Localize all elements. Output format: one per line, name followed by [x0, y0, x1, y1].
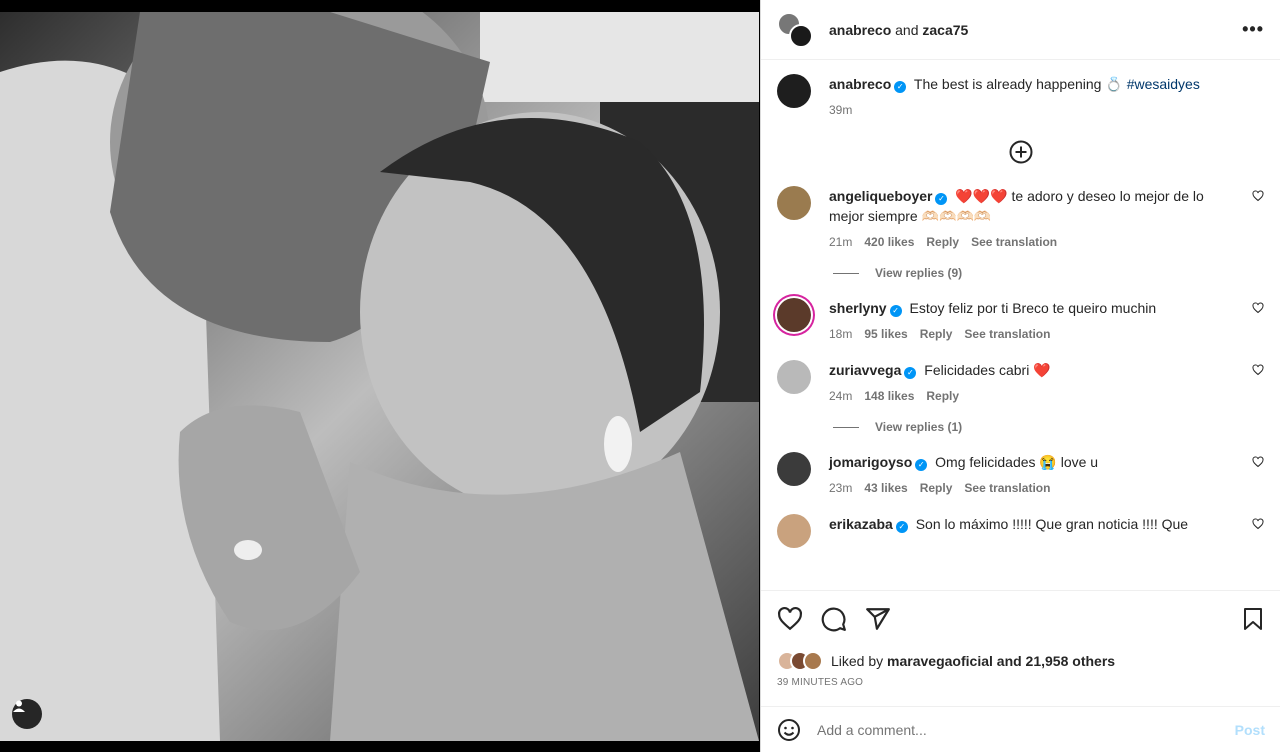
verified-badge-icon: ✓	[935, 193, 948, 205]
likes-count[interactable]: and 21,958 others	[997, 653, 1115, 669]
emoji-smiley-icon[interactable]	[777, 718, 801, 742]
likes-prefix: Liked by	[831, 653, 884, 669]
caption-time: 39m	[829, 103, 853, 117]
verified-badge-icon: ✓	[889, 305, 902, 317]
comment-time: 18m	[829, 327, 853, 341]
avatar[interactable]	[777, 298, 811, 332]
see-translation-button[interactable]: See translation	[971, 232, 1057, 252]
like-comment-heart-icon[interactable]	[1252, 456, 1264, 468]
comment-text: Felicidades cabri ❤️	[924, 362, 1051, 378]
share-paper-plane-icon[interactable]	[865, 606, 891, 632]
user-tag-button[interactable]	[12, 699, 42, 729]
avatar[interactable]	[777, 514, 811, 548]
comment-input[interactable]	[817, 721, 1235, 738]
like-comment-heart-icon[interactable]	[1252, 302, 1264, 314]
comment-likes[interactable]: 95 likes	[864, 324, 907, 344]
comment-item: zuriavvega ✓ Felicidades cabri ❤️ 24m 148…	[777, 360, 1264, 406]
caption-username[interactable]: anabreco	[829, 76, 891, 92]
user-tag-icon	[13, 700, 25, 712]
post-actions: Liked by maravegaoficial and 21,958 othe…	[761, 590, 1280, 688]
header-title: anabreco and zaca75	[829, 22, 968, 38]
comment-username[interactable]: erikazaba	[829, 516, 893, 532]
header-joiner: and	[895, 21, 919, 38]
comment-time: 24m	[829, 389, 853, 403]
verified-badge-icon: ✓	[894, 81, 907, 93]
load-more-comments-button[interactable]	[777, 140, 1264, 164]
verified-badge-icon: ✓	[895, 521, 908, 533]
comments-list[interactable]: anabreco ✓ The best is already happening …	[761, 60, 1280, 590]
comment-item: erikazaba ✓ Son lo máximo !!!!! Que gran …	[777, 514, 1264, 548]
like-comment-heart-icon[interactable]	[1252, 190, 1264, 202]
like-comment-heart-icon[interactable]	[1252, 364, 1264, 376]
view-replies-button[interactable]: View replies (1)	[833, 420, 1264, 434]
comment-likes[interactable]: 420 likes	[864, 232, 914, 252]
verified-badge-icon: ✓	[915, 459, 928, 471]
liker-username[interactable]: maravegaoficial	[887, 653, 993, 669]
comment-text: Omg felicidades 😭 love u	[935, 454, 1099, 470]
avatar[interactable]	[777, 74, 811, 108]
view-replies-label: View replies (1)	[875, 420, 963, 434]
comment-username[interactable]: sherlyny	[829, 300, 887, 316]
avatar[interactable]	[777, 186, 811, 220]
plus-circle-icon	[1009, 140, 1032, 164]
comment-likes[interactable]: 148 likes	[864, 386, 914, 406]
comment-bubble-icon[interactable]	[821, 606, 847, 632]
see-translation-button[interactable]: See translation	[964, 478, 1050, 498]
comment-item: jomarigoyso ✓ Omg felicidades 😭 love u 23…	[777, 452, 1264, 498]
divider	[833, 272, 859, 274]
reply-button[interactable]: Reply	[920, 478, 953, 498]
avatar	[789, 23, 813, 48]
comment-username[interactable]: angeliqueboyer	[829, 188, 932, 204]
post-photo[interactable]	[0, 12, 759, 741]
reply-button[interactable]: Reply	[926, 232, 959, 252]
like-comment-heart-icon[interactable]	[1252, 518, 1264, 530]
caption-hashtag[interactable]: #wesaidyes	[1127, 76, 1200, 92]
post-comment-button[interactable]: Post	[1235, 722, 1265, 738]
comment-username[interactable]: zuriavvega	[829, 362, 901, 378]
reply-button[interactable]: Reply	[920, 324, 953, 344]
reply-button[interactable]: Reply	[926, 386, 959, 406]
view-replies-button[interactable]: View replies (9)	[833, 266, 1264, 280]
comment-time: 23m	[829, 481, 853, 495]
see-translation-button[interactable]: See translation	[964, 324, 1050, 344]
photo-illustration	[0, 12, 759, 741]
post-side-panel: anabreco and zaca75 ••• anabreco ✓ The be…	[760, 0, 1280, 752]
comment-username[interactable]: jomarigoyso	[829, 454, 912, 470]
comment-text: Son lo máximo !!!!! Que gran noticia !!!…	[915, 516, 1189, 532]
save-bookmark-icon[interactable]	[1241, 607, 1265, 631]
post-caption: anabreco ✓ The best is already happening …	[777, 74, 1264, 120]
comment-item: angeliqueboyer ✓ ❤️❤️❤️ te adoro y deseo …	[777, 186, 1264, 252]
comment-text: Estoy feliz por ti Breco te queiro muchi…	[909, 300, 1157, 316]
liker-avatars	[777, 651, 823, 671]
header-user-2[interactable]: zaca75	[922, 22, 968, 38]
divider	[833, 426, 859, 428]
likes-summary: Liked by maravegaoficial and 21,958 othe…	[777, 651, 1265, 671]
like-heart-icon[interactable]	[777, 606, 803, 632]
collab-avatars[interactable]	[777, 11, 815, 48]
comment-likes[interactable]: 43 likes	[864, 478, 907, 498]
caption-text: The best is already happening 💍	[913, 76, 1123, 92]
view-replies-label: View replies (9)	[875, 266, 963, 280]
comment-item: sherlyny ✓ Estoy feliz por ti Breco te qu…	[777, 298, 1264, 344]
verified-badge-icon: ✓	[904, 367, 917, 379]
post-timestamp: 39 MINUTES AGO	[777, 677, 864, 688]
header-user-1[interactable]: anabreco	[829, 22, 891, 38]
avatar[interactable]	[777, 360, 811, 394]
avatar[interactable]	[777, 452, 811, 486]
more-options-button[interactable]: •••	[1242, 19, 1264, 40]
add-comment-bar: Post	[761, 706, 1280, 752]
comment-time: 21m	[829, 235, 853, 249]
avatar	[803, 651, 823, 671]
post-header: anabreco and zaca75 •••	[761, 0, 1280, 60]
